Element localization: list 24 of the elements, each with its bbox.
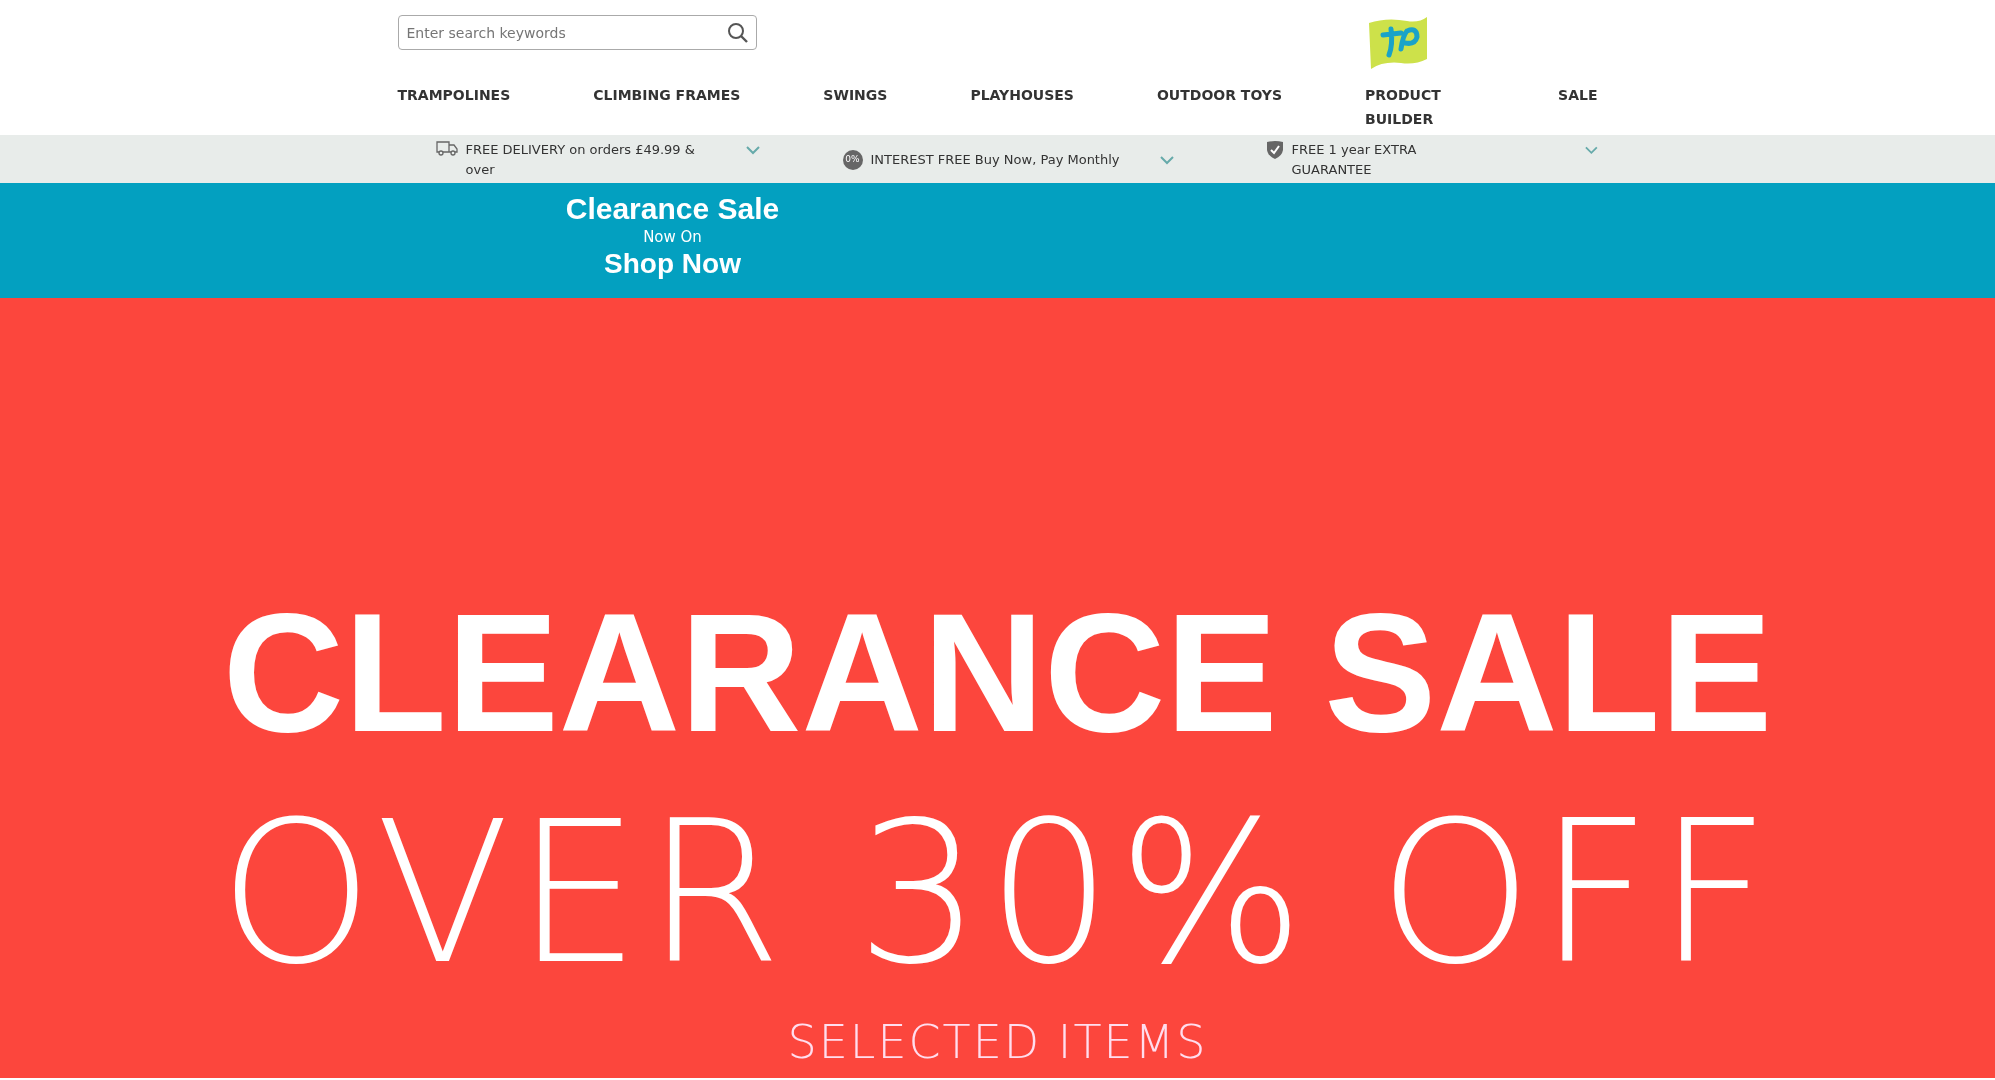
nav-link-item[interactable]: TRAMPOLINES	[397, 83, 511, 107]
usp-text: INTEREST FREE Buy Now, Pay Monthly	[870, 151, 1120, 169]
logo-icon[interactable]	[1366, 15, 1429, 69]
chevron-down-icon[interactable]	[1159, 155, 1174, 165]
nav-link-item[interactable]: CLIMBING FRAMES	[593, 83, 741, 107]
nav-link-item[interactable]: SALE	[1558, 83, 1598, 107]
chevron-down-icon[interactable]	[745, 146, 760, 155]
nav-link-item[interactable]: PLAYHOUSES	[970, 83, 1074, 107]
nav-link-item[interactable]: SWINGS	[823, 83, 888, 107]
shield-icon	[1265, 140, 1284, 160]
percent-badge: 0%	[842, 150, 863, 170]
hero-note: SELECTED ITEMS	[787, 1016, 1208, 1068]
chevron-down-icon[interactable]	[1584, 146, 1598, 155]
usp-text: FREE DELIVERY on orders £49.99 & over	[465, 141, 696, 179]
nav-link-item[interactable]: OUTDOOR TOYS	[1156, 83, 1283, 107]
hero-headline: CLEARANCE SALE	[222, 593, 1773, 753]
truck-icon	[435, 140, 458, 156]
promo-subtitle: Now On	[643, 227, 702, 247]
nav-link-item[interactable]: PRODUCT BUILDER	[1365, 83, 1476, 131]
usp-text: FREE 1 year EXTRA GUARANTEE	[1291, 141, 1418, 179]
search-icon[interactable]	[726, 22, 749, 44]
promo-title: Clearance Sale	[565, 191, 780, 227]
hero-offer: OVER 30% OFF	[219, 798, 1776, 988]
search-field[interactable]: Enter search keywords	[397, 15, 757, 50]
